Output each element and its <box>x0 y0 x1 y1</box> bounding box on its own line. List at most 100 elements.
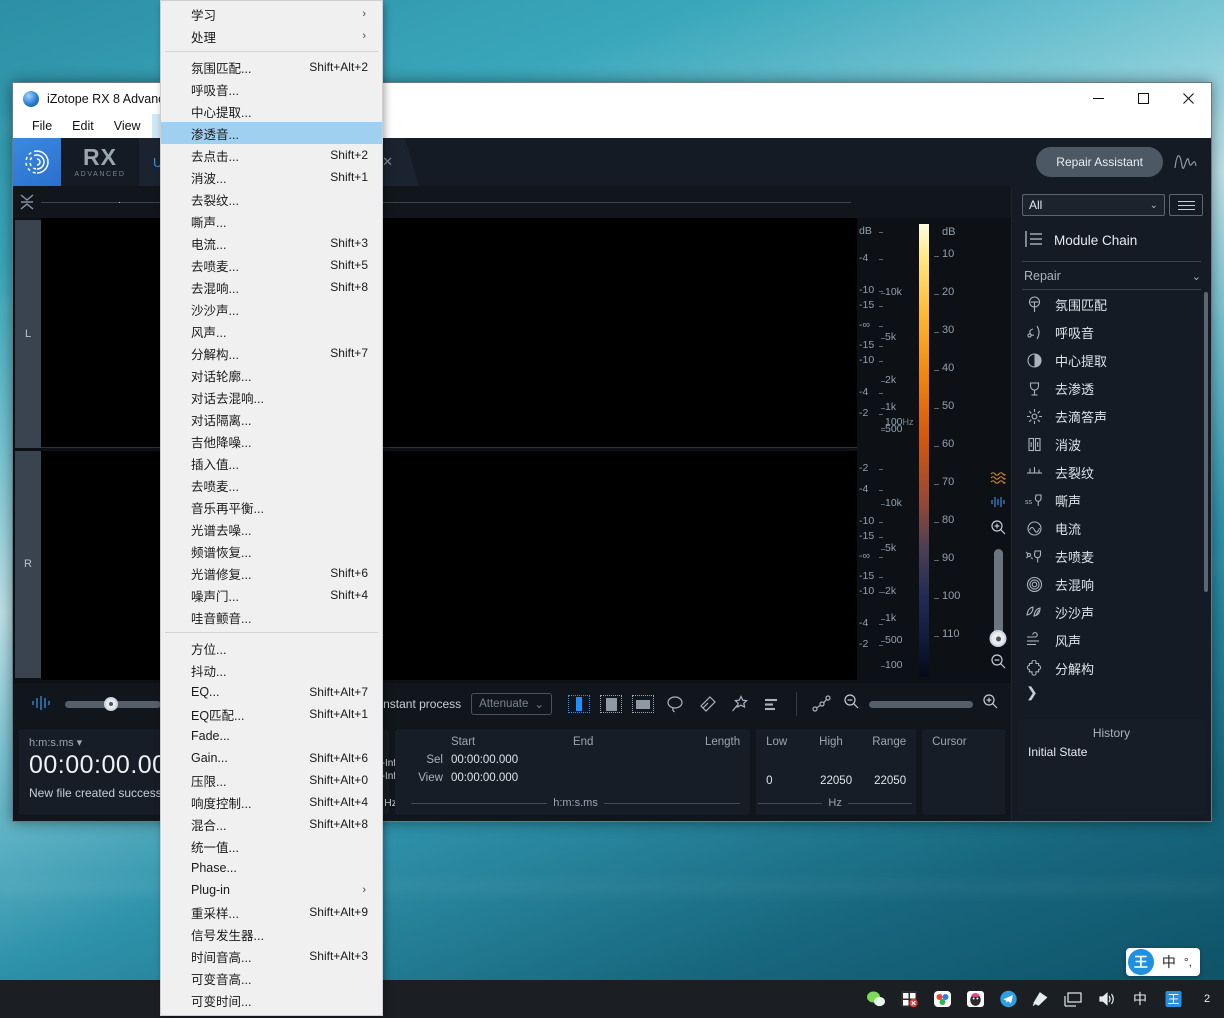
menu-item-deconstruct[interactable]: 分解构... Shift+7 <box>161 342 382 364</box>
output-gain-slider[interactable] <box>65 697 161 711</box>
menu-item-limiter[interactable]: 压限... Shift+Alt+0 <box>161 769 382 791</box>
module-item-breath-control[interactable]: 呼吸音 <box>1012 318 1211 346</box>
module-item-center-extract[interactable]: 中心提取 <box>1012 346 1211 374</box>
menu-item-azimuth[interactable]: 方位... <box>161 637 382 659</box>
menu-item-phase[interactable]: Phase... <box>161 857 382 879</box>
menu-item-spectral-repair[interactable]: 光谱修复... Shift+6 <box>161 562 382 584</box>
menu-item-de-hiss[interactable]: 嘶声... <box>161 210 382 232</box>
module-item-de-wind[interactable]: 风声 <box>1012 626 1211 654</box>
module-list[interactable]: 氛围匹配 呼吸音 中心提取 去渗透 去滴答声 消波 去裂纹 ss 嘶声 电流 去… <box>1012 290 1211 713</box>
module-list-scrollbar[interactable] <box>1204 292 1208 592</box>
ime-punctuation-label[interactable]: °, <box>1184 955 1192 969</box>
menu-item-de-reverb[interactable]: 去混响... Shift+8 <box>161 276 382 298</box>
history-panel[interactable]: History Initial State <box>1018 719 1205 815</box>
menu-item-dialogue-dereverb[interactable]: 对话去混响... <box>161 386 382 408</box>
menu-item-normalize[interactable]: 统一值... <box>161 835 382 857</box>
history-row[interactable]: Initial State <box>1028 745 1195 759</box>
horizontal-zoom-slider[interactable] <box>869 700 973 708</box>
zoom-out-icon[interactable] <box>990 653 1007 675</box>
maximize-button[interactable] <box>1121 83 1166 114</box>
menu-edit[interactable]: Edit <box>63 116 103 136</box>
menu-item-dialogue-contour[interactable]: 对话轮廓... <box>161 364 382 386</box>
module-item-de-ess[interactable]: ss 嘶声 <box>1012 486 1211 514</box>
menu-item-dither[interactable]: 抖动... <box>161 659 382 681</box>
cloud-icon[interactable] <box>932 989 952 1009</box>
module-chain-item[interactable]: Module Chain <box>1012 224 1211 261</box>
menu-item-ambience-match[interactable]: 氛围匹配... Shift+Alt+2 <box>161 56 382 78</box>
menu-item-breath-control[interactable]: 呼吸音... <box>161 78 382 100</box>
menu-item-loudness-control[interactable]: 响度控制... Shift+Alt+4 <box>161 791 382 813</box>
lasso-selection-tool[interactable] <box>664 694 686 714</box>
ime-status-popup[interactable]: 王 中 °, <box>1125 948 1200 976</box>
channel-label-right[interactable]: R <box>15 450 41 678</box>
telegram-icon[interactable] <box>998 989 1018 1009</box>
module-item-de-plosive[interactable]: 去喷麦 <box>1012 542 1211 570</box>
module-item-de-clip[interactable]: 消波 <box>1012 430 1211 458</box>
zoom-in-icon[interactable] <box>982 693 999 715</box>
channel-label-left[interactable]: L <box>15 220 41 448</box>
zoom-in-icon[interactable] <box>990 519 1007 541</box>
speaker-icon[interactable] <box>1031 989 1051 1009</box>
security-icon[interactable] <box>899 989 919 1009</box>
time-selection-tool[interactable] <box>568 695 590 713</box>
amplitude-select-tool[interactable] <box>760 694 782 714</box>
repair-assistant-button[interactable]: Repair Assistant <box>1036 147 1163 177</box>
zoom-out-icon[interactable] <box>843 693 860 715</box>
module-item-deconstruct[interactable]: 分解构 <box>1012 654 1211 682</box>
menu-item-interpolate[interactable]: 插入值... <box>161 452 382 474</box>
menu-item-de-bleed[interactable]: 渗透音... <box>161 122 382 144</box>
menu-item-de-click[interactable]: 去点击... Shift+2 <box>161 144 382 166</box>
module-filter-select[interactable]: All ⌄ <box>1022 194 1165 216</box>
menu-item-gain[interactable]: Gain... Shift+Alt+6 <box>161 747 382 769</box>
attenuate-select[interactable]: Attenuate ⌄ <box>471 693 552 715</box>
vertical-zoom-slider[interactable] <box>989 549 1007 647</box>
menu-item-variable-pitch[interactable]: 可变音高... <box>161 967 382 989</box>
module-item-de-crackle[interactable]: 去裂纹 <box>1012 458 1211 486</box>
close-button[interactable] <box>1166 83 1211 114</box>
menu-item-dialogue-isolate[interactable]: 对话隔离... <box>161 408 382 430</box>
wechat-icon[interactable] <box>866 989 886 1009</box>
ime-mode-label[interactable]: 中 <box>1162 952 1176 972</box>
module-list-expand-button[interactable]: ❯ <box>1012 682 1211 707</box>
menu-item-mouth-de-click[interactable]: 去喷麦... <box>161 474 382 496</box>
menu-item-time-pitch[interactable]: 时间音高... Shift+Alt+3 <box>161 945 382 967</box>
menu-item-fade[interactable]: Fade... <box>161 725 382 747</box>
menu-item-noise-gate[interactable]: 噪声门... Shift+4 <box>161 584 382 606</box>
ime-mode-indicator[interactable]: 中 <box>1130 989 1150 1009</box>
menu-item-guitar-denoise[interactable]: 吉他降噪... <box>161 430 382 452</box>
qq-icon[interactable] <box>965 989 985 1009</box>
modules-menu-button[interactable] <box>1169 194 1203 216</box>
menu-item-learn[interactable]: 学习 › <box>161 3 382 25</box>
brush-selection-tool[interactable] <box>696 694 718 714</box>
spectrogram-view-icon[interactable] <box>990 471 1006 487</box>
menu-item-spectral-denoise[interactable]: 光谱去噪... <box>161 518 382 540</box>
menu-item-de-wind[interactable]: 风声... <box>161 320 382 342</box>
menu-item-de-rustle[interactable]: 沙沙声... <box>161 298 382 320</box>
freq-selection-tool[interactable] <box>600 695 622 713</box>
module-item-de-rustle[interactable]: 沙沙声 <box>1012 598 1211 626</box>
menu-item-resample[interactable]: 重采样... Shift+Alt+9 <box>161 901 382 923</box>
node-path-tool[interactable] <box>811 694 833 714</box>
menu-item-signal-generator[interactable]: 信号发生器... <box>161 923 382 945</box>
menu-item-process[interactable]: 处理 › <box>161 25 382 47</box>
menu-file[interactable]: File <box>23 116 61 136</box>
taskbar-clock[interactable]: 2 <box>1196 993 1218 1005</box>
minimize-button[interactable] <box>1076 83 1121 114</box>
waveform-monitor-icon[interactable] <box>31 695 53 714</box>
menu-item-de-hum[interactable]: 电流... Shift+3 <box>161 232 382 254</box>
module-item-ambience-match[interactable]: 氛围匹配 <box>1012 290 1211 318</box>
menu-item-wow-flutter[interactable]: 哇音颤音... <box>161 606 382 628</box>
menu-view[interactable]: View <box>105 116 150 136</box>
menu-item-center-extract[interactable]: 中心提取... <box>161 100 382 122</box>
modules-dropdown-menu[interactable]: 学习 › 处理 › 氛围匹配... Shift+Alt+2 呼吸音... 中心提… <box>160 0 383 1016</box>
module-item-de-bleed[interactable]: 去渗透 <box>1012 374 1211 402</box>
display-icon[interactable] <box>1064 989 1084 1009</box>
menu-item-eq[interactable]: EQ... Shift+Alt+7 <box>161 681 382 703</box>
playhead-marker[interactable] <box>119 201 120 203</box>
module-item-de-click[interactable]: 去滴答声 <box>1012 402 1211 430</box>
module-item-de-reverb[interactable]: 去混响 <box>1012 570 1211 598</box>
module-item-de-hum[interactable]: 电流 <box>1012 514 1211 542</box>
menu-item-eq-match[interactable]: EQ匹配... Shift+Alt+1 <box>161 703 382 725</box>
tab-close-icon[interactable]: ✕ <box>382 154 393 170</box>
menu-item-de-clip[interactable]: 消波... Shift+1 <box>161 166 382 188</box>
